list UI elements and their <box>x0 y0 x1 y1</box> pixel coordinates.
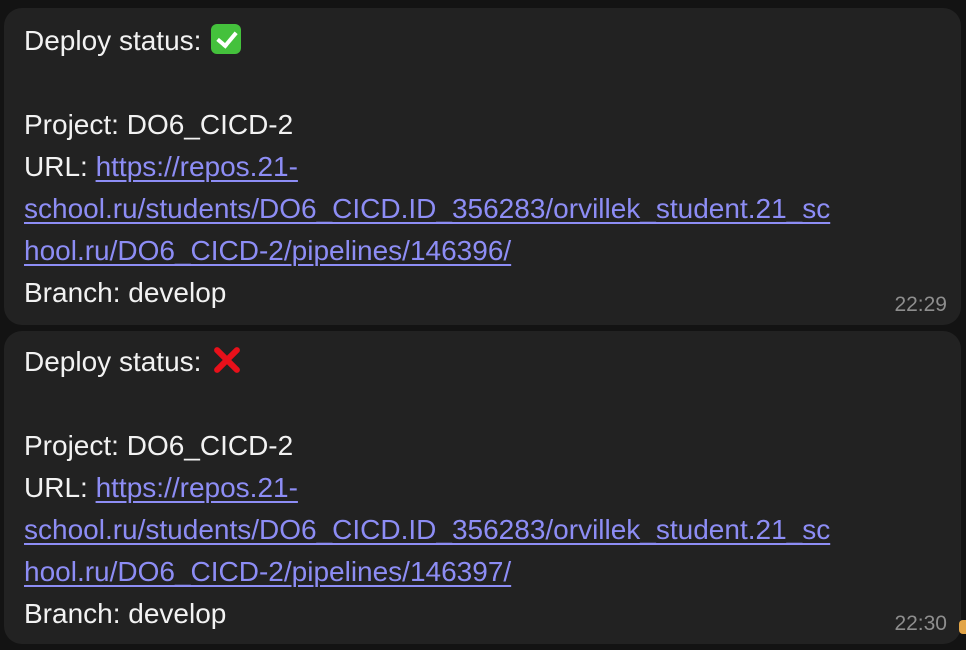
deploy-status-line: Deploy status: <box>24 341 243 383</box>
deploy-status-label: Deploy status: <box>24 25 202 56</box>
pipeline-link[interactable]: https://repos.21- <box>96 472 298 503</box>
project-value: DO6_CICD-2 <box>126 109 294 140</box>
pipeline-link[interactable]: https://repos.21- <box>96 151 298 182</box>
pipeline-link[interactable]: hool.ru/DO6_CICD-2/pipelines/146396/ <box>24 235 511 266</box>
branch-value: develop <box>128 277 227 308</box>
branch-label: Branch: <box>24 598 121 629</box>
branch-value: develop <box>128 598 227 629</box>
branch-line: Branch: develop <box>24 272 226 314</box>
message-timestamp: 22:30 <box>894 612 947 635</box>
pipeline-link[interactable]: hool.ru/DO6_CICD-2/pipelines/146397/ <box>24 556 511 587</box>
url-continuation: hool.ru/DO6_CICD-2/pipelines/146396/ <box>24 230 511 272</box>
url-line: URL: https://repos.21- <box>24 146 298 188</box>
project-label: Project: <box>24 109 119 140</box>
url-continuation: school.ru/students/DO6_CICD.ID_356283/or… <box>24 509 830 551</box>
branch-line: Branch: develop <box>24 593 226 635</box>
deploy-status-label: Deploy status: <box>24 346 202 377</box>
cross-mark-icon <box>211 344 243 376</box>
url-label: URL: <box>24 472 88 503</box>
edge-reaction-marker <box>959 620 966 634</box>
pipeline-link[interactable]: school.ru/students/DO6_CICD.ID_356283/or… <box>24 193 830 224</box>
message-timestamp: 22:29 <box>894 293 947 316</box>
deploy-status-line: Deploy status: <box>24 20 242 62</box>
url-continuation: hool.ru/DO6_CICD-2/pipelines/146397/ <box>24 551 511 593</box>
project-label: Project: <box>24 430 119 461</box>
url-line: URL: https://repos.21- <box>24 467 298 509</box>
url-continuation: school.ru/students/DO6_CICD.ID_356283/or… <box>24 188 830 230</box>
check-mark-icon <box>211 24 242 54</box>
url-label: URL: <box>24 151 88 182</box>
branch-label: Branch: <box>24 277 121 308</box>
project-value: DO6_CICD-2 <box>126 430 294 461</box>
pipeline-link[interactable]: school.ru/students/DO6_CICD.ID_356283/or… <box>24 514 830 545</box>
message-bubble[interactable]: Deploy status: Project: DO6_CICD-2 URL: … <box>4 8 961 325</box>
message-bubble[interactable]: Deploy status: Project: DO6_CICD-2 URL: … <box>4 331 966 644</box>
project-line: Project: DO6_CICD-2 <box>24 104 293 146</box>
project-line: Project: DO6_CICD-2 <box>24 425 293 467</box>
